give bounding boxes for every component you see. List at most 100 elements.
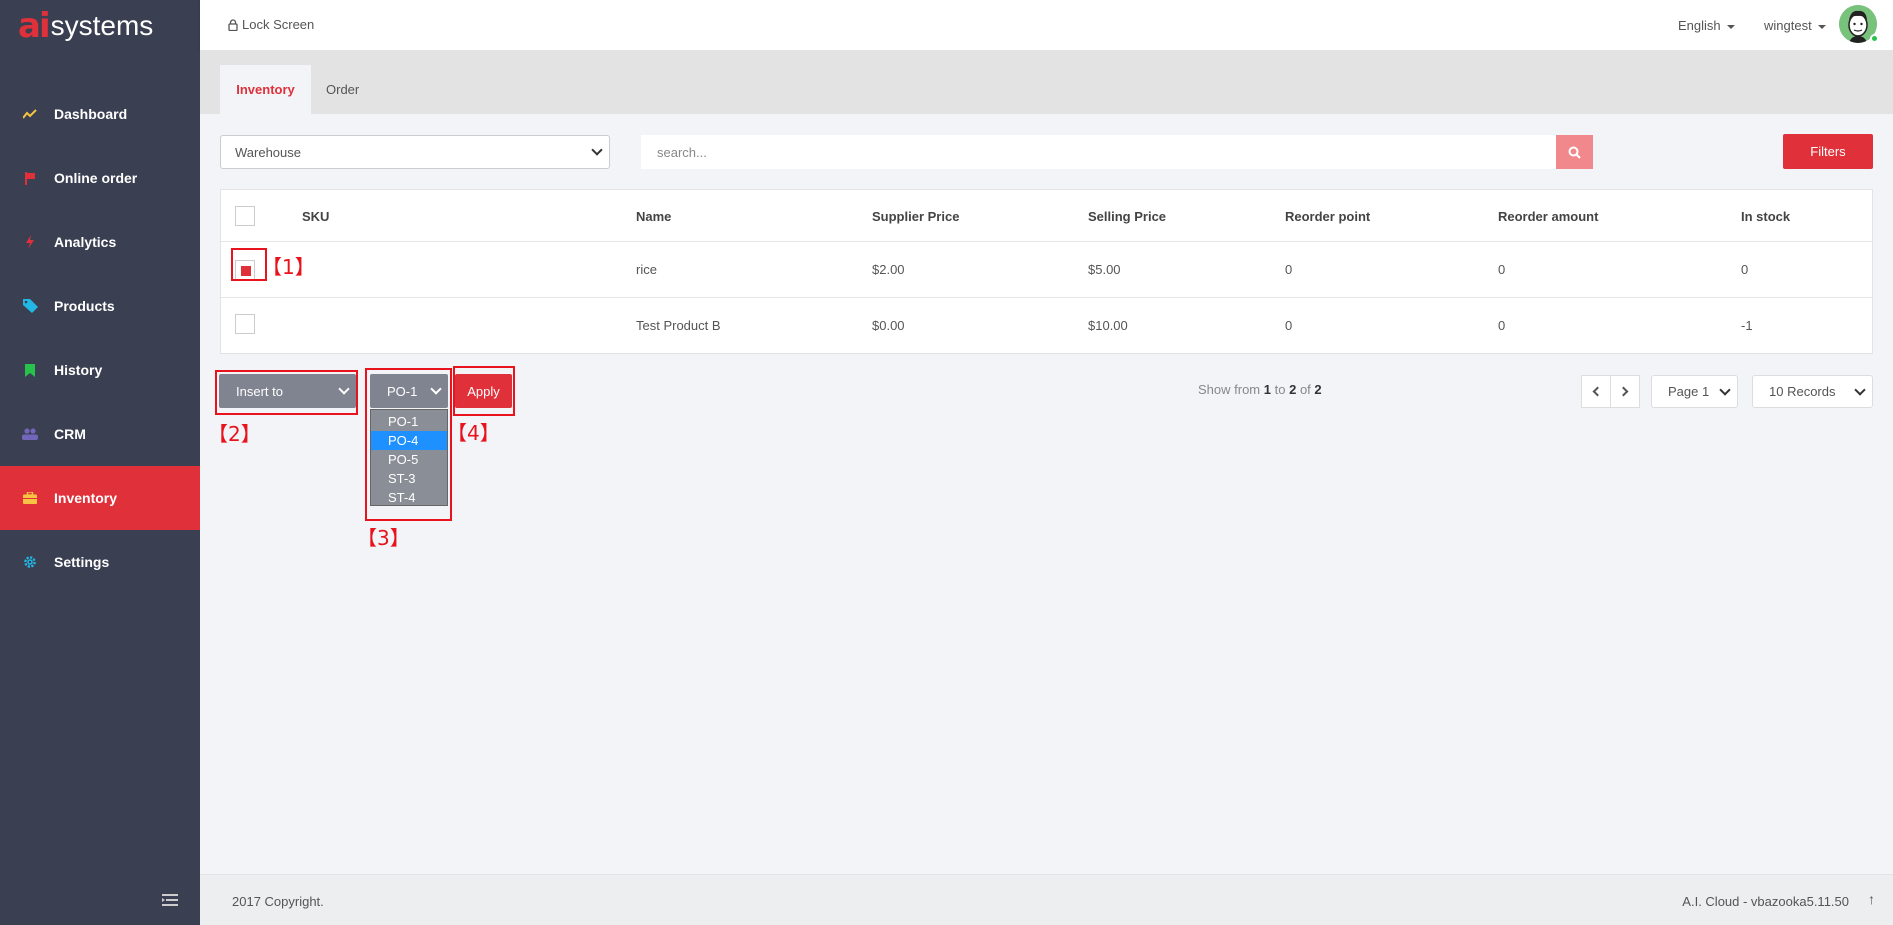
sidebar: ai systems Dashboard Online order Analyt… bbox=[0, 0, 200, 925]
cell-in-stock: -1 bbox=[1741, 318, 1753, 333]
sidebar-item-label: History bbox=[54, 362, 103, 378]
sidebar-item-label: Analytics bbox=[54, 234, 117, 250]
pagination-total: 2 bbox=[1314, 382, 1322, 397]
cell-reorder-amount: 0 bbox=[1498, 318, 1506, 333]
sidebar-item-settings[interactable]: Settings bbox=[0, 530, 200, 594]
sidebar-item-online-order[interactable]: Online order bbox=[0, 146, 200, 210]
column-header-supplier-price[interactable]: Supplier Price bbox=[872, 209, 959, 224]
page-select[interactable]: Page 1 bbox=[1651, 375, 1738, 408]
lock-screen-button[interactable]: Lock Screen bbox=[228, 17, 314, 32]
records-select-value: 10 Records bbox=[1769, 384, 1836, 399]
caret-down-icon bbox=[1817, 24, 1826, 29]
line-chart-icon bbox=[22, 106, 38, 122]
logo-text: systems bbox=[50, 10, 154, 41]
sidebar-item-products[interactable]: Products bbox=[0, 274, 200, 338]
table-row[interactable]: Test Product B $0.00 $10.00 0 0 -1 bbox=[221, 298, 1872, 354]
user-dropdown[interactable]: wingtest bbox=[1764, 18, 1826, 33]
row-checkbox[interactable] bbox=[235, 314, 255, 334]
annotation-label-1: 【1】 bbox=[262, 255, 315, 279]
tabs-bar: Inventory Order bbox=[200, 50, 1893, 114]
column-header-selling-price[interactable]: Selling Price bbox=[1088, 209, 1166, 224]
top-header: Lock Screen English wingtest bbox=[200, 0, 1893, 50]
table-row[interactable]: rice $2.00 $5.00 0 0 0 bbox=[221, 242, 1872, 298]
page-select-value: Page 1 bbox=[1668, 384, 1710, 399]
cell-reorder-point: 0 bbox=[1285, 318, 1293, 333]
bolt-icon bbox=[22, 234, 38, 250]
cell-reorder-amount: 0 bbox=[1498, 262, 1506, 277]
language-label: English bbox=[1678, 18, 1721, 33]
records-select[interactable]: 10 Records bbox=[1752, 375, 1873, 408]
gear-icon bbox=[22, 554, 38, 570]
column-header-name[interactable]: Name bbox=[636, 209, 671, 224]
chevron-left-icon bbox=[1592, 386, 1603, 397]
briefcase-icon bbox=[22, 490, 38, 506]
annotation-label-2: 【2】 bbox=[208, 422, 261, 446]
sidebar-item-label: Products bbox=[54, 298, 115, 314]
chevron-right-icon bbox=[1618, 386, 1629, 397]
column-header-in-stock[interactable]: In stock bbox=[1741, 209, 1790, 224]
sidebar-item-label: Dashboard bbox=[54, 106, 128, 122]
sidebar-item-analytics[interactable]: Analytics bbox=[0, 210, 200, 274]
cell-name: Test Product B bbox=[636, 318, 721, 333]
sidebar-item-crm[interactable]: CRM bbox=[0, 402, 200, 466]
annotation-label-4: 【4】 bbox=[447, 421, 500, 445]
cell-supplier-price: $2.00 bbox=[872, 262, 905, 277]
sidebar-item-label: Online order bbox=[54, 170, 138, 186]
sidebar-toggle-icon[interactable] bbox=[162, 893, 178, 906]
lock-screen-label: Lock Screen bbox=[242, 17, 315, 32]
sidebar-item-inventory[interactable]: Inventory bbox=[0, 466, 200, 530]
flag-icon bbox=[22, 170, 38, 186]
annotation-label-3: 【3】 bbox=[357, 526, 410, 550]
annotation-box-3 bbox=[365, 368, 452, 521]
prev-page-button[interactable] bbox=[1581, 375, 1611, 408]
column-header-reorder-amount[interactable]: Reorder amount bbox=[1498, 209, 1598, 224]
annotation-box-2 bbox=[215, 370, 358, 415]
cell-reorder-point: 0 bbox=[1285, 262, 1293, 277]
bookmark-icon bbox=[22, 362, 38, 378]
username-label: wingtest bbox=[1764, 18, 1812, 33]
table-header-row: SKU Name Supplier Price Selling Price Re… bbox=[221, 190, 1872, 242]
cell-in-stock: 0 bbox=[1741, 262, 1749, 277]
chevron-down-icon bbox=[1854, 383, 1866, 396]
version-text: A.I. Cloud - vbazooka5.11.50 bbox=[1682, 894, 1849, 909]
warehouse-select-value: Warehouse bbox=[235, 144, 301, 160]
search-input[interactable] bbox=[641, 135, 1556, 169]
cell-name: rice bbox=[636, 262, 657, 277]
scroll-top-icon[interactable]: ↑ bbox=[1868, 891, 1875, 907]
caret-down-icon bbox=[1726, 24, 1735, 29]
footer: 2017 Copyright. A.I. Cloud - vbazooka5.1… bbox=[200, 874, 1893, 925]
chevron-down-icon bbox=[1719, 383, 1731, 396]
column-header-sku[interactable]: SKU bbox=[302, 209, 329, 224]
pagination-to: 2 bbox=[1289, 382, 1297, 397]
pagination-of-word: of bbox=[1299, 382, 1311, 397]
sidebar-item-history[interactable]: History bbox=[0, 338, 200, 402]
cell-supplier-price: $0.00 bbox=[872, 318, 905, 333]
language-dropdown[interactable]: English bbox=[1678, 18, 1735, 33]
users-icon bbox=[22, 426, 38, 442]
pagination-info: Show from 1 to 2 of 2 bbox=[1198, 382, 1322, 397]
tab-order[interactable]: Order bbox=[311, 65, 374, 114]
tags-icon bbox=[22, 298, 38, 314]
annotation-box-4 bbox=[453, 366, 515, 416]
sidebar-item-dashboard[interactable]: Dashboard bbox=[0, 82, 200, 146]
column-header-reorder-point[interactable]: Reorder point bbox=[1285, 209, 1370, 224]
copyright-text: 2017 Copyright. bbox=[232, 894, 324, 909]
next-page-button[interactable] bbox=[1610, 375, 1640, 408]
pagination-from: 1 bbox=[1263, 382, 1271, 397]
select-all-checkbox[interactable] bbox=[235, 206, 255, 226]
filters-button[interactable]: Filters bbox=[1783, 134, 1873, 169]
sidebar-item-label: Settings bbox=[54, 554, 110, 570]
search-button[interactable] bbox=[1556, 135, 1593, 169]
sidebar-item-label: Inventory bbox=[54, 490, 118, 506]
lock-icon bbox=[228, 18, 238, 31]
inventory-table: SKU Name Supplier Price Selling Price Re… bbox=[220, 189, 1873, 354]
sidebar-nav: Dashboard Online order Analytics Product… bbox=[0, 82, 200, 594]
warehouse-select[interactable]: Warehouse bbox=[220, 135, 610, 169]
brand-logo[interactable]: ai systems bbox=[0, 0, 200, 52]
chevron-down-icon bbox=[591, 144, 603, 156]
cell-selling-price: $10.00 bbox=[1088, 318, 1128, 333]
pagination-prefix: Show from bbox=[1198, 382, 1261, 397]
search-icon bbox=[1568, 146, 1581, 159]
logo-mark: ai bbox=[18, 6, 51, 46]
tab-inventory[interactable]: Inventory bbox=[220, 65, 311, 114]
